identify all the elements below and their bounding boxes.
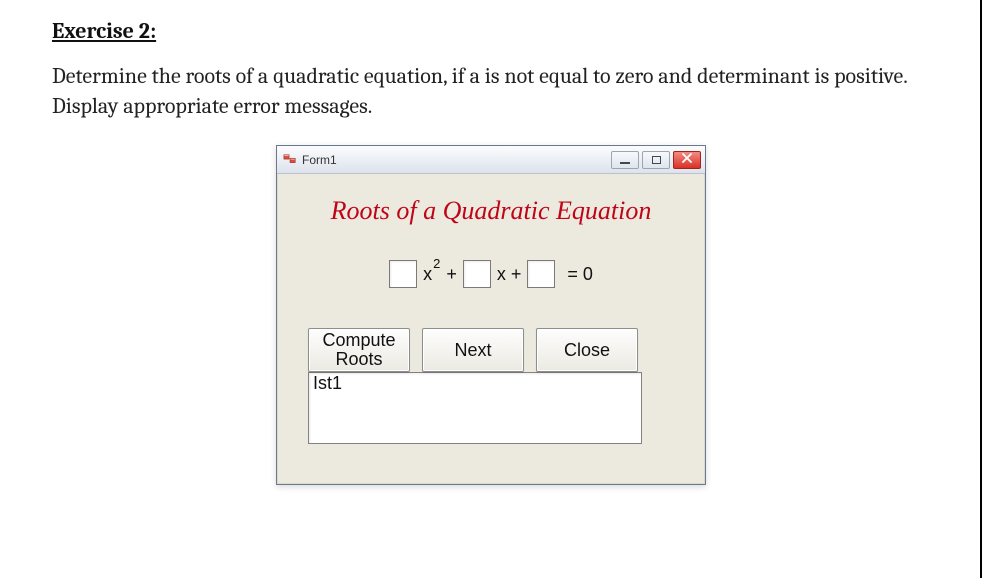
client-area: Roots of a Quadratic Equation x2 + x + =… — [277, 174, 705, 484]
compute-roots-button[interactable]: Compute Roots — [308, 328, 410, 372]
minimize-button[interactable] — [611, 151, 639, 169]
close-button[interactable]: Close — [536, 328, 638, 372]
maximize-icon — [652, 156, 661, 164]
equals-zero-label: = 0 — [567, 264, 593, 285]
form-title: Roots of a Quadratic Equation — [296, 196, 686, 226]
compute-roots-label: Compute Roots — [322, 331, 395, 369]
results-listbox[interactable]: Ist1 — [308, 372, 642, 444]
window-close-button[interactable] — [673, 151, 701, 169]
window-title: Form1 — [302, 153, 337, 167]
x-plus-label: x + — [497, 264, 522, 285]
equation-row: x2 + x + = 0 — [296, 260, 686, 288]
exercise-description: Determine the roots of a quadratic equat… — [52, 62, 930, 121]
x-squared-label-x: x — [423, 264, 432, 285]
titlebar[interactable]: Form1 — [277, 146, 705, 174]
minimize-icon — [620, 162, 630, 164]
next-button[interactable]: Next — [422, 328, 524, 372]
close-icon — [682, 153, 692, 166]
next-label: Next — [454, 341, 491, 360]
window-controls — [611, 151, 701, 169]
plus-label-1: + — [446, 264, 457, 285]
coefficient-b-input[interactable] — [463, 260, 491, 288]
coefficient-a-input[interactable] — [389, 260, 417, 288]
list-item: Ist1 — [313, 373, 637, 394]
app-icon — [283, 153, 297, 167]
exercise-heading: Exercise 2: — [52, 18, 930, 44]
maximize-button[interactable] — [642, 151, 670, 169]
coefficient-c-input[interactable] — [527, 260, 555, 288]
close-label: Close — [564, 341, 610, 360]
window-form1: Form1 — [276, 145, 706, 485]
x-squared-label-sup: 2 — [433, 256, 440, 271]
